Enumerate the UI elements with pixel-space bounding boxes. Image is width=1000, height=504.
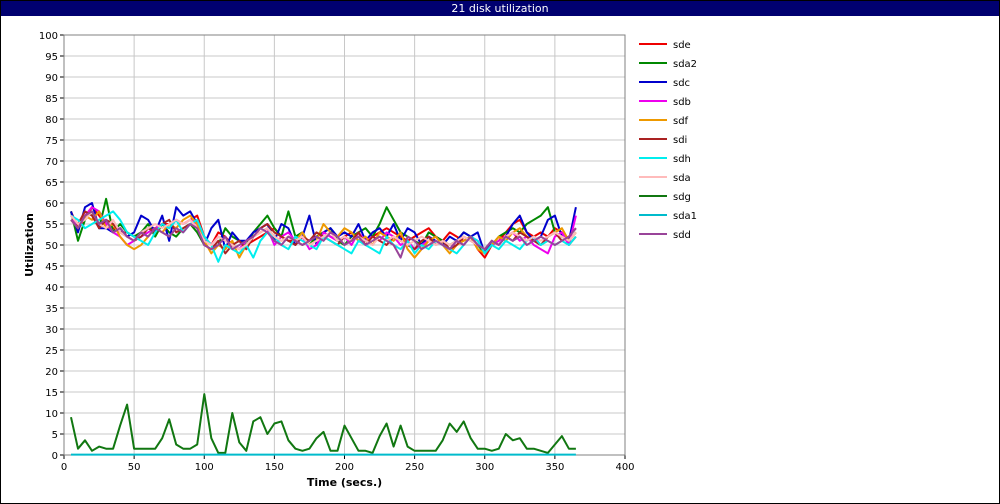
y-tick-label: 65	[45, 178, 58, 189]
y-tick-label: 40	[45, 283, 58, 294]
legend-label-sda: sda	[673, 173, 691, 184]
chart-canvas: 0 5 10 15 20 25 30 35 40 45 50 55 60 65 70 75 80 85 90 95 10…	[23, 31, 697, 489]
series-line-sdg	[70, 393, 576, 454]
y-tick-label: 10	[45, 409, 58, 420]
legend-label-sdd: sdd	[673, 230, 691, 241]
legend-label-sde: sde	[673, 40, 691, 51]
y-axis-label: Utilization	[23, 213, 36, 277]
y-tick-label: 45	[45, 262, 58, 273]
x-tick-label: 200	[335, 462, 354, 473]
y-tick-label: 5	[52, 430, 58, 441]
legend-label-sda1: sda1	[673, 211, 697, 222]
y-tick-label: 0	[52, 451, 58, 462]
legend-label-sdh: sdh	[673, 154, 691, 165]
legend-label-sdg: sdg	[673, 192, 691, 203]
legend: sde sda2 sdc sdb sdf sdi sdh sda sdg sda1 sdd	[639, 40, 697, 241]
x-tick-label: 150	[265, 462, 284, 473]
y-tick-label: 70	[45, 157, 58, 168]
x-tick-label: 100	[195, 462, 214, 473]
x-axis-label: Time (secs.)	[307, 476, 382, 489]
y-tick-label: 25	[45, 346, 58, 357]
y-tick-label: 35	[45, 304, 58, 315]
x-tick-label: 400	[615, 462, 634, 473]
y-tick-label: 85	[45, 94, 58, 105]
legend-label-sdf: sdf	[673, 116, 689, 127]
x-tick-label: 250	[405, 462, 424, 473]
x-axis-ticks: 0 50 100 150 200 250 300 350 400	[61, 455, 635, 473]
x-tick-label: 300	[475, 462, 494, 473]
series-lines	[70, 197, 577, 456]
legend-label-sdi: sdi	[673, 135, 687, 146]
legend-label-sda2: sda2	[673, 59, 697, 70]
y-tick-label: 50	[45, 241, 58, 252]
legend-label-sdc: sdc	[673, 78, 690, 89]
y-tick-label: 100	[39, 31, 58, 42]
y-tick-label: 75	[45, 136, 58, 147]
y-tick-label: 30	[45, 325, 58, 336]
y-tick-label: 95	[45, 52, 58, 63]
x-tick-label: 0	[61, 462, 67, 473]
y-tick-label: 60	[45, 199, 58, 210]
y-axis-ticks: 0 5 10 15 20 25 30 35 40 45 50 55 60 65 70 75 80 85 90 95 10…	[39, 31, 64, 462]
x-tick-label: 50	[128, 462, 141, 473]
y-tick-label: 80	[45, 115, 58, 126]
y-tick-label: 15	[45, 388, 58, 399]
y-tick-label: 20	[45, 367, 58, 378]
x-tick-label: 350	[545, 462, 564, 473]
y-tick-label: 55	[45, 220, 58, 231]
legend-label-sdb: sdb	[673, 97, 691, 108]
y-tick-label: 90	[45, 73, 58, 84]
